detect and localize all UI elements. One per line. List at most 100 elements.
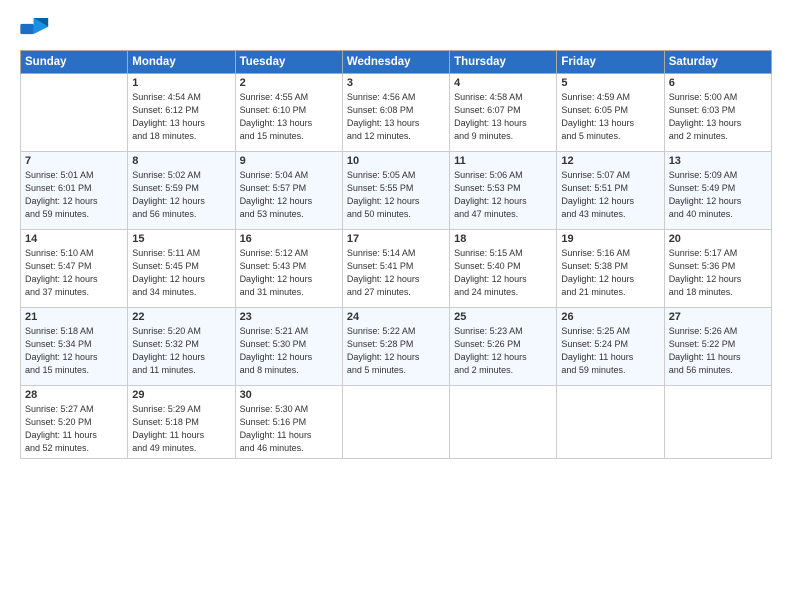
calendar-cell: 26Sunrise: 5:25 AMSunset: 5:24 PMDayligh… [557, 308, 664, 386]
day-number: 7 [25, 155, 123, 167]
day-number: 29 [132, 389, 230, 401]
day-number: 5 [561, 77, 659, 89]
calendar-cell [557, 386, 664, 459]
calendar-cell: 19 Sunrise: 5:16 AMSunset: 5:38 PMDayligh… [557, 230, 664, 308]
day-info: Sunrise: 5:11 AMSunset: 5:45 PMDaylight:… [132, 247, 230, 299]
day-number: 24 [347, 311, 445, 323]
day-info: Sunrise: 5:20 AMSunset: 5:32 PMDaylight:… [132, 325, 230, 377]
day-number: 21 [25, 311, 123, 323]
logo [20, 18, 54, 40]
day-info: Sunrise: 5:07 AMSunset: 5:51 PMDaylight:… [561, 169, 659, 221]
header [20, 18, 772, 40]
calendar-week-row: 1 Sunrise: 4:54 AMSunset: 6:12 PMDaylight… [21, 74, 772, 152]
day-info: Sunrise: 5:15 AMSunset: 5:40 PMDaylight:… [454, 247, 552, 299]
calendar-cell: 12Sunrise: 5:07 AMSunset: 5:51 PMDayligh… [557, 152, 664, 230]
calendar-cell: 28 Sunrise: 5:27 AMSunset: 5:20 PMDayligh… [21, 386, 128, 459]
day-info: Sunrise: 5:29 AMSunset: 5:18 PMDaylight:… [132, 403, 230, 455]
day-number: 4 [454, 77, 552, 89]
calendar-cell: 20 Sunrise: 5:17 AMSunset: 5:36 PMDayligh… [664, 230, 771, 308]
day-info: Sunrise: 5:01 AMSunset: 6:01 PMDaylight:… [25, 169, 123, 221]
day-info: Sunrise: 5:00 AMSunset: 6:03 PMDaylight:… [669, 91, 767, 143]
day-number: 30 [240, 389, 338, 401]
day-info: Sunrise: 5:22 AMSunset: 5:28 PMDaylight:… [347, 325, 445, 377]
day-number: 13 [669, 155, 767, 167]
calendar-cell: 29 Sunrise: 5:29 AMSunset: 5:18 PMDayligh… [128, 386, 235, 459]
day-info: Sunrise: 5:02 AMSunset: 5:59 PMDaylight:… [132, 169, 230, 221]
header-day: Saturday [664, 51, 771, 74]
day-number: 20 [669, 233, 767, 245]
day-number: 3 [347, 77, 445, 89]
header-day: Wednesday [342, 51, 449, 74]
day-info: Sunrise: 5:27 AMSunset: 5:20 PMDaylight:… [25, 403, 123, 455]
calendar-cell: 3 Sunrise: 4:56 AMSunset: 6:08 PMDaylight… [342, 74, 449, 152]
calendar-cell: 14 Sunrise: 5:10 AMSunset: 5:47 PMDayligh… [21, 230, 128, 308]
day-number: 2 [240, 77, 338, 89]
day-number: 6 [669, 77, 767, 89]
header-day: Monday [128, 51, 235, 74]
calendar-cell [21, 74, 128, 152]
calendar-body: 1 Sunrise: 4:54 AMSunset: 6:12 PMDaylight… [21, 74, 772, 459]
calendar-cell: 23 Sunrise: 5:21 AMSunset: 5:30 PMDayligh… [235, 308, 342, 386]
day-number: 19 [561, 233, 659, 245]
day-info: Sunrise: 5:26 AMSunset: 5:22 PMDaylight:… [669, 325, 767, 377]
day-number: 17 [347, 233, 445, 245]
calendar-cell: 21 Sunrise: 5:18 AMSunset: 5:34 PMDayligh… [21, 308, 128, 386]
calendar-week-row: 7 Sunrise: 5:01 AMSunset: 6:01 PMDaylight… [21, 152, 772, 230]
calendar-cell: 6 Sunrise: 5:00 AMSunset: 6:03 PMDaylight… [664, 74, 771, 152]
day-number: 28 [25, 389, 123, 401]
day-number: 23 [240, 311, 338, 323]
day-number: 22 [132, 311, 230, 323]
day-info: Sunrise: 5:25 AMSunset: 5:24 PMDaylight:… [561, 325, 659, 377]
calendar-cell: 22 Sunrise: 5:20 AMSunset: 5:32 PMDayligh… [128, 308, 235, 386]
day-info: Sunrise: 5:14 AMSunset: 5:41 PMDaylight:… [347, 247, 445, 299]
calendar-cell: 17 Sunrise: 5:14 AMSunset: 5:41 PMDayligh… [342, 230, 449, 308]
calendar-cell: 5Sunrise: 4:59 AMSunset: 6:05 PMDaylight… [557, 74, 664, 152]
day-number: 8 [132, 155, 230, 167]
calendar-cell [664, 386, 771, 459]
calendar-cell: 7 Sunrise: 5:01 AMSunset: 6:01 PMDaylight… [21, 152, 128, 230]
logo-icon [20, 18, 50, 40]
calendar-week-row: 21 Sunrise: 5:18 AMSunset: 5:34 PMDayligh… [21, 308, 772, 386]
day-number: 11 [454, 155, 552, 167]
calendar-cell [450, 386, 557, 459]
day-info: Sunrise: 5:30 AMSunset: 5:16 PMDaylight:… [240, 403, 338, 455]
day-number: 14 [25, 233, 123, 245]
header-day: Tuesday [235, 51, 342, 74]
header-day: Sunday [21, 51, 128, 74]
day-info: Sunrise: 4:58 AMSunset: 6:07 PMDaylight:… [454, 91, 552, 143]
calendar-cell: 1 Sunrise: 4:54 AMSunset: 6:12 PMDaylight… [128, 74, 235, 152]
day-info: Sunrise: 5:12 AMSunset: 5:43 PMDaylight:… [240, 247, 338, 299]
day-number: 9 [240, 155, 338, 167]
calendar-cell: 18Sunrise: 5:15 AMSunset: 5:40 PMDayligh… [450, 230, 557, 308]
calendar-cell: 11Sunrise: 5:06 AMSunset: 5:53 PMDayligh… [450, 152, 557, 230]
calendar-header: SundayMondayTuesdayWednesdayThursdayFrid… [21, 51, 772, 74]
day-info: Sunrise: 4:54 AMSunset: 6:12 PMDaylight:… [132, 91, 230, 143]
day-info: Sunrise: 5:04 AMSunset: 5:57 PMDaylight:… [240, 169, 338, 221]
calendar-cell [342, 386, 449, 459]
calendar-cell: 8 Sunrise: 5:02 AMSunset: 5:59 PMDaylight… [128, 152, 235, 230]
header-day: Thursday [450, 51, 557, 74]
calendar-week-row: 28 Sunrise: 5:27 AMSunset: 5:20 PMDayligh… [21, 386, 772, 459]
calendar-cell: 16 Sunrise: 5:12 AMSunset: 5:43 PMDayligh… [235, 230, 342, 308]
day-number: 25 [454, 311, 552, 323]
day-info: Sunrise: 5:10 AMSunset: 5:47 PMDaylight:… [25, 247, 123, 299]
day-info: Sunrise: 5:21 AMSunset: 5:30 PMDaylight:… [240, 325, 338, 377]
day-info: Sunrise: 5:05 AMSunset: 5:55 PMDaylight:… [347, 169, 445, 221]
day-info: Sunrise: 4:56 AMSunset: 6:08 PMDaylight:… [347, 91, 445, 143]
day-number: 15 [132, 233, 230, 245]
day-number: 10 [347, 155, 445, 167]
calendar-cell: 15 Sunrise: 5:11 AMSunset: 5:45 PMDayligh… [128, 230, 235, 308]
day-info: Sunrise: 5:23 AMSunset: 5:26 PMDaylight:… [454, 325, 552, 377]
day-info: Sunrise: 5:16 AMSunset: 5:38 PMDaylight:… [561, 247, 659, 299]
header-day: Friday [557, 51, 664, 74]
day-number: 1 [132, 77, 230, 89]
calendar-cell: 27 Sunrise: 5:26 AMSunset: 5:22 PMDayligh… [664, 308, 771, 386]
day-info: Sunrise: 5:09 AMSunset: 5:49 PMDaylight:… [669, 169, 767, 221]
day-info: Sunrise: 5:18 AMSunset: 5:34 PMDaylight:… [25, 325, 123, 377]
calendar-cell: 24 Sunrise: 5:22 AMSunset: 5:28 PMDayligh… [342, 308, 449, 386]
calendar-cell: 4 Sunrise: 4:58 AMSunset: 6:07 PMDaylight… [450, 74, 557, 152]
day-info: Sunrise: 5:17 AMSunset: 5:36 PMDaylight:… [669, 247, 767, 299]
calendar-cell: 2Sunrise: 4:55 AMSunset: 6:10 PMDaylight… [235, 74, 342, 152]
day-number: 16 [240, 233, 338, 245]
day-number: 27 [669, 311, 767, 323]
